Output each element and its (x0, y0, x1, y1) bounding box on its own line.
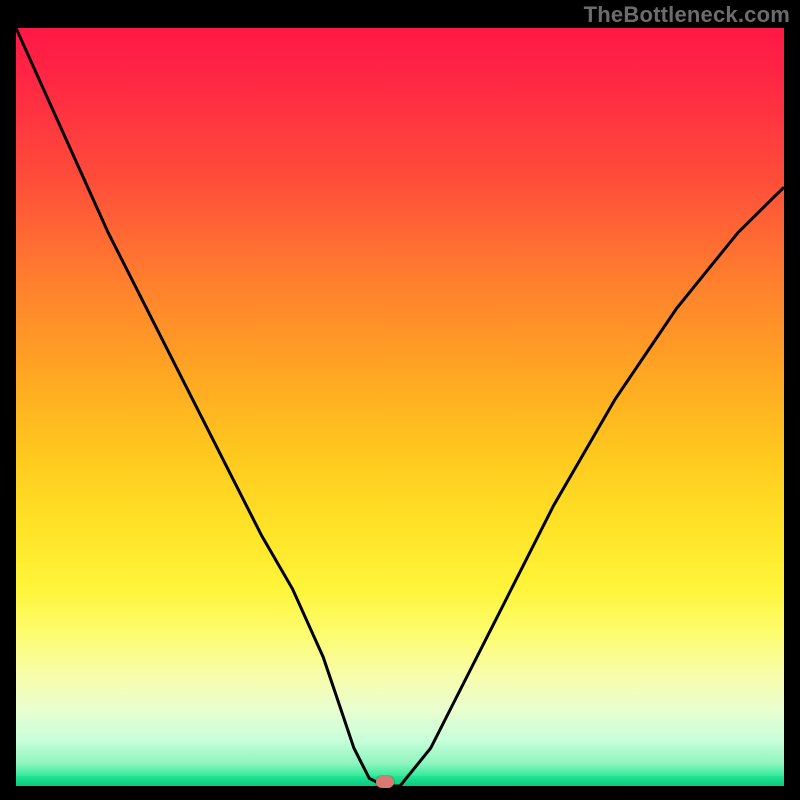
bottleneck-curve (16, 28, 784, 786)
minimum-marker (376, 776, 394, 788)
curve-path (16, 28, 784, 786)
plot-area (16, 28, 784, 786)
watermark-text: TheBottleneck.com (584, 2, 790, 28)
chart-frame: TheBottleneck.com (0, 0, 800, 800)
